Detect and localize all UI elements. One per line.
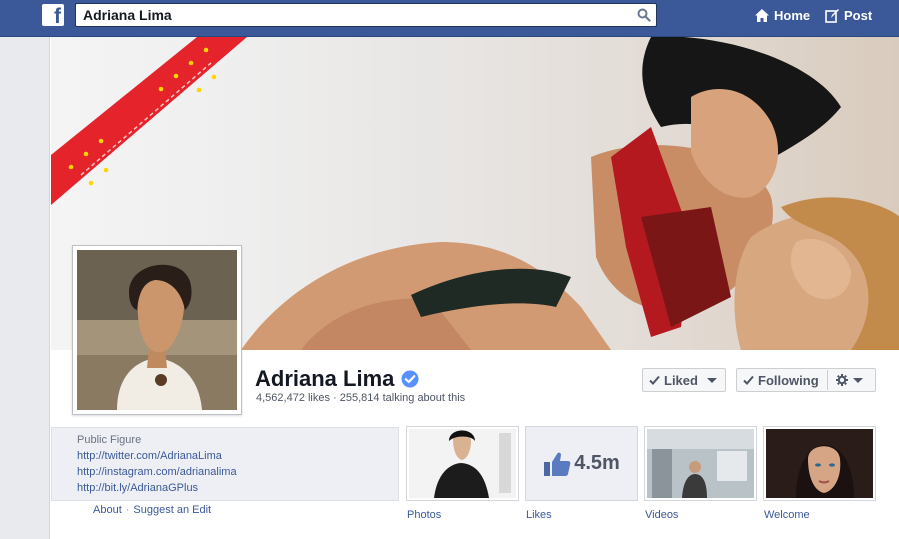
videos-thumbnail (647, 429, 754, 498)
top-bar: f Home Post (0, 0, 899, 37)
twitter-link[interactable]: http://twitter.com/AdrianaLima (77, 450, 222, 462)
videos-tile[interactable] (644, 426, 757, 501)
likes-label[interactable]: Likes (526, 509, 552, 521)
left-gutter (0, 37, 49, 539)
post-label: Post (844, 8, 873, 23)
home-icon (755, 9, 769, 22)
likes-count: 4.5m (574, 452, 620, 474)
search-input[interactable] (76, 4, 626, 26)
search-box[interactable] (75, 3, 657, 27)
profile-photo-image (77, 250, 237, 410)
welcome-label[interactable]: Welcome (764, 509, 810, 521)
about-box: Public Figure http://twitter.com/Adriana… (51, 427, 399, 501)
gear-icon (835, 374, 848, 386)
about-link[interactable]: About (93, 504, 122, 516)
suggest-edit-link[interactable]: Suggest an Edit (133, 504, 211, 516)
following-label: Following (758, 372, 819, 388)
separator-dot: · (125, 504, 130, 516)
page-name-text: Adriana Lima (255, 366, 395, 391)
page-stats: 4,562,472 likes · 255,814 talking about … (256, 392, 466, 404)
photos-thumbnail (409, 429, 516, 498)
verified-badge-icon (401, 370, 419, 388)
settings-menu[interactable] (835, 374, 863, 386)
following-button[interactable]: Following (736, 368, 876, 392)
page-category: Public Figure (77, 434, 142, 446)
chevron-down-icon (852, 377, 863, 383)
checkmark-icon (649, 375, 660, 385)
thumbs-up-icon (544, 452, 571, 476)
checkmark-icon (743, 375, 754, 385)
liked-label: Liked (664, 372, 698, 388)
videos-label[interactable]: Videos (645, 509, 678, 521)
home-label: Home (774, 8, 811, 23)
chevron-down-icon (706, 377, 717, 383)
about-actions: About · Suggest an Edit (93, 504, 211, 516)
welcome-tile[interactable] (763, 426, 876, 501)
post-button[interactable]: Post (825, 8, 872, 23)
profile-picture[interactable] (72, 245, 242, 415)
facebook-logo-icon[interactable]: f (42, 4, 64, 28)
page-title[interactable]: Adriana Lima (255, 366, 419, 392)
photos-label[interactable]: Photos (407, 509, 441, 521)
instagram-link[interactable]: http://instagram.com/adrianalima (77, 466, 237, 478)
photos-tile[interactable] (406, 426, 519, 501)
likes-tile[interactable]: 4.5m (525, 426, 638, 501)
edit-icon (825, 8, 839, 23)
gplus-link[interactable]: http://bit.ly/AdrianaGPlus (77, 482, 198, 494)
home-button[interactable]: Home (755, 8, 810, 23)
welcome-thumbnail (766, 429, 873, 498)
search-icon[interactable] (637, 8, 651, 22)
page-timeline: Adriana Lima 4,562,472 likes · 255,814 t… (49, 37, 899, 539)
button-divider (826, 370, 828, 390)
liked-button[interactable]: Liked (642, 368, 726, 392)
